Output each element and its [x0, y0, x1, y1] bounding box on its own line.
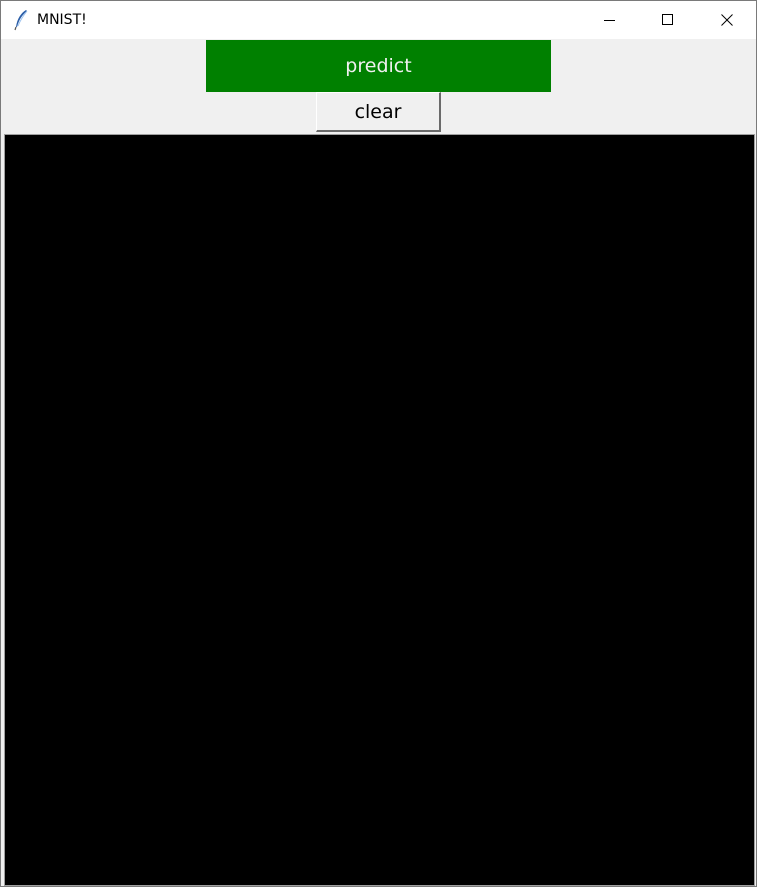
maximize-button[interactable] — [639, 1, 697, 39]
close-button[interactable] — [698, 1, 756, 39]
maximize-icon — [662, 14, 674, 26]
title-bar[interactable]: MNIST! — [1, 1, 756, 39]
app-window: MNIST! predict clear — [0, 0, 757, 887]
clear-button[interactable]: clear — [316, 92, 441, 132]
minimize-button[interactable] — [581, 1, 639, 39]
minimize-icon — [604, 14, 616, 26]
window-title: MNIST! — [37, 12, 87, 28]
drawing-canvas[interactable] — [4, 134, 755, 886]
close-icon — [721, 14, 733, 26]
feather-icon — [12, 9, 30, 31]
predict-button[interactable]: predict — [206, 40, 551, 92]
